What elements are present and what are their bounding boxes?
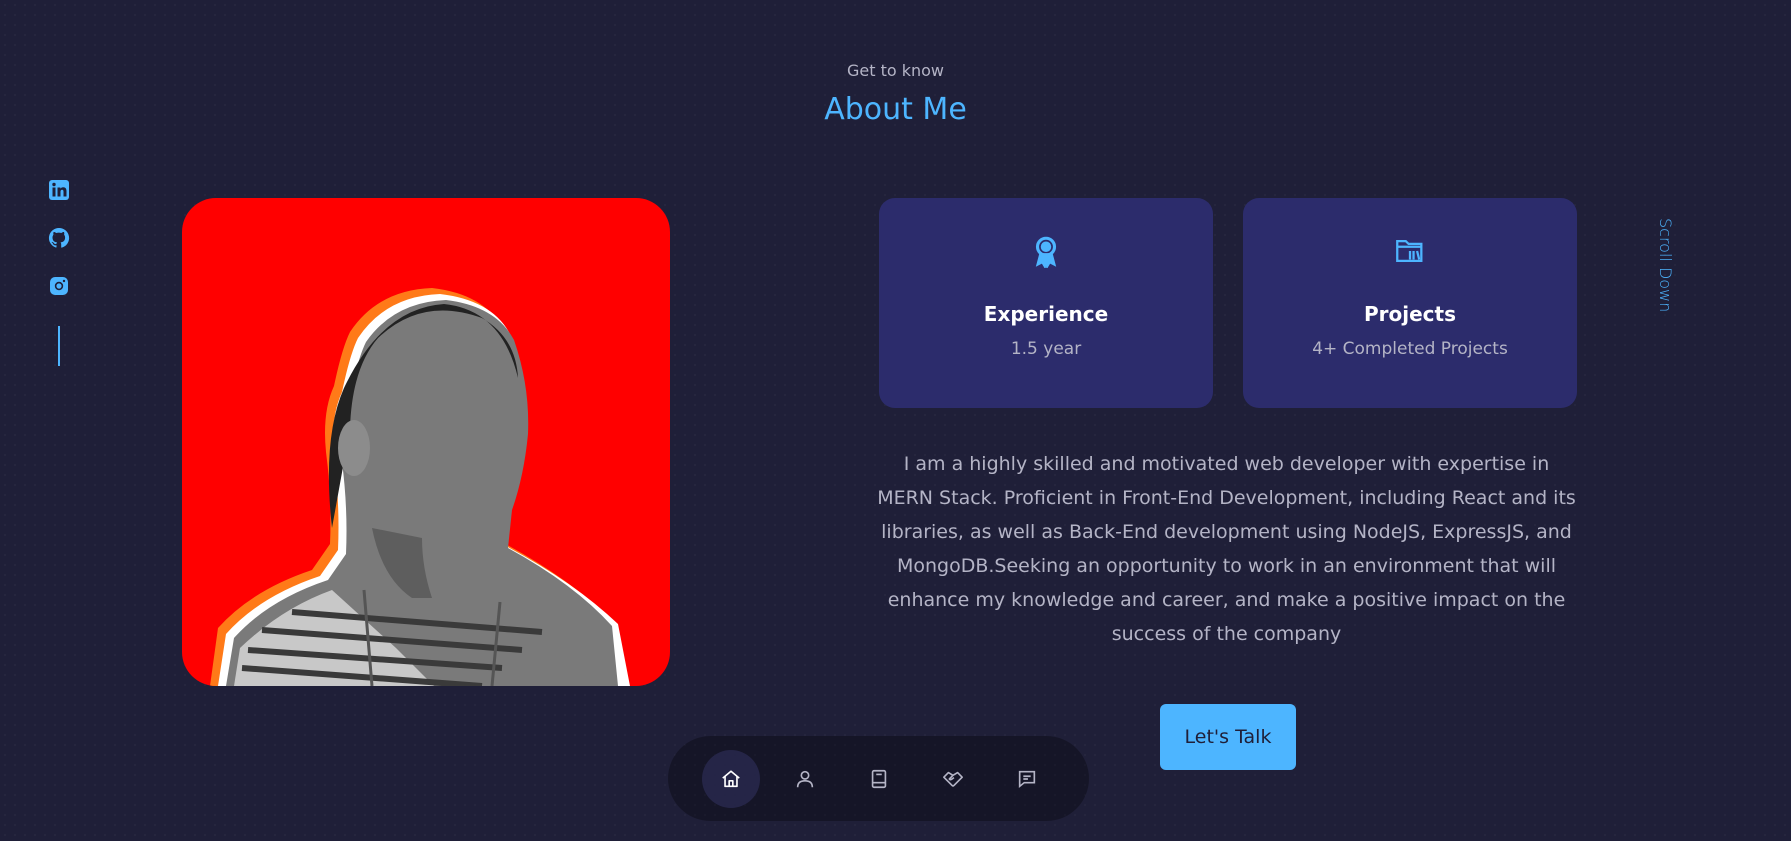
- handshake-icon: [943, 771, 963, 787]
- nav-contact[interactable]: [998, 750, 1056, 808]
- github-link[interactable]: [47, 226, 71, 250]
- nav-about[interactable]: [776, 750, 834, 808]
- book-icon: [871, 769, 887, 788]
- social-divider: [58, 326, 60, 366]
- projects-value: 4+ Completed Projects: [1312, 339, 1508, 359]
- user-icon: [796, 770, 814, 787]
- experience-title: Experience: [983, 302, 1109, 326]
- nav-services[interactable]: [924, 750, 982, 808]
- social-links: [47, 178, 71, 366]
- folder-icon: [1396, 239, 1423, 263]
- linkedin-link[interactable]: [47, 178, 71, 202]
- experience-card: Experience 1.5 year: [879, 198, 1213, 408]
- instagram-icon: [50, 277, 68, 295]
- projects-title: Projects: [1363, 302, 1456, 326]
- instagram-link[interactable]: [47, 274, 71, 298]
- experience-value: 1.5 year: [1010, 339, 1082, 359]
- nav-experience[interactable]: [850, 750, 908, 808]
- projects-card: Projects 4+ Completed Projects: [1243, 198, 1577, 408]
- github-icon: [48, 227, 70, 248]
- section-title: About Me: [824, 92, 967, 127]
- message-icon: [1018, 770, 1036, 788]
- linkedin-icon: [49, 180, 69, 200]
- nav-home[interactable]: [702, 749, 760, 808]
- section-subtitle: Get to know: [846, 61, 945, 80]
- profile-photo: [182, 198, 670, 686]
- lets-talk-button[interactable]: Let's Talk: [1160, 704, 1296, 770]
- bio-text: I am a highly skilled and motivated web …: [877, 453, 1576, 645]
- scroll-down-link[interactable]: Scroll Down: [1645, 218, 1675, 328]
- award-icon: [1035, 236, 1057, 268]
- home-icon: [722, 769, 740, 787]
- bottom-nav: [668, 736, 1089, 821]
